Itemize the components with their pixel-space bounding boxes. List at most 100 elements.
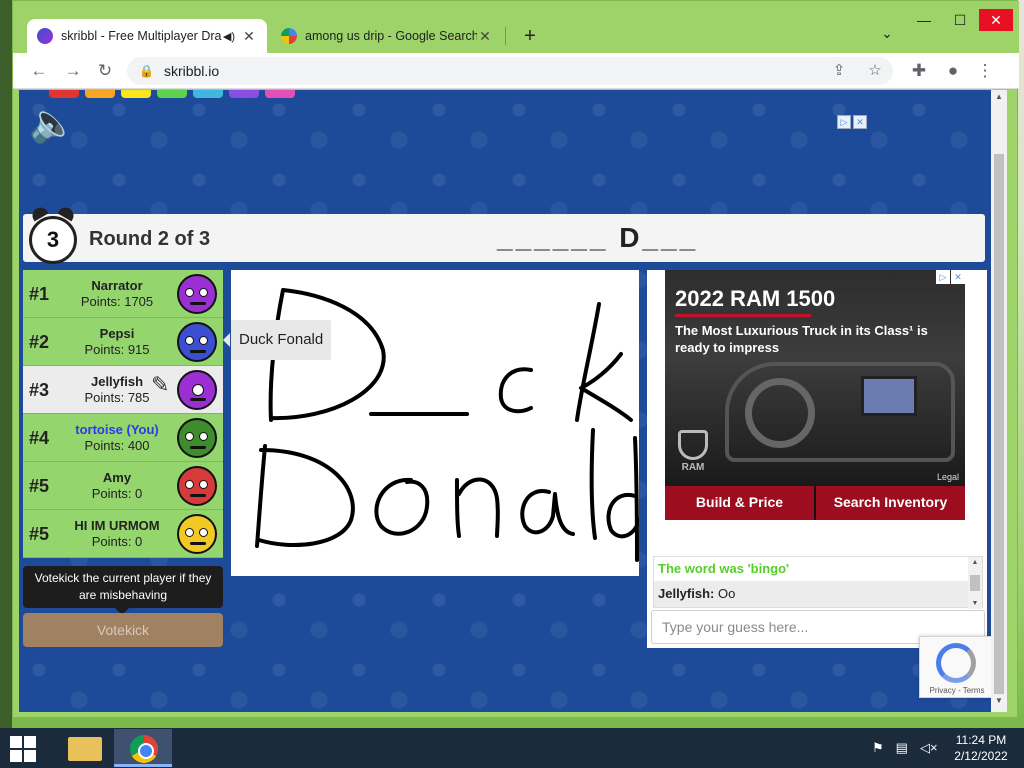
stroke-c (498, 367, 533, 414)
timer-clock-icon: 3 (23, 204, 83, 264)
player-avatar (177, 370, 217, 410)
player-name: tortoise (You) (75, 422, 159, 437)
drawing-canvas[interactable] (231, 270, 639, 576)
address-bar[interactable]: 🔒 skribbl.io ⇪ ☆ (127, 57, 893, 85)
player-points: Points: 400 (84, 438, 150, 453)
scroll-up-icon[interactable]: ▲ (991, 92, 1007, 106)
player-list: #1 Narrator Points: 1705 #2 Pepsi Points… (23, 270, 223, 615)
scroll-down-icon[interactable]: ▼ (991, 696, 1007, 710)
taskbar-date: 2/12/2022 (954, 749, 1008, 763)
new-tab-button[interactable]: + (517, 23, 543, 49)
ad-close-icon[interactable]: ✕ (951, 270, 965, 284)
player-rank: #2 (29, 332, 50, 352)
taskbar-time: 11:24 PM (955, 733, 1007, 747)
stroke-n (455, 477, 500, 538)
stroke-d (606, 436, 639, 562)
chat-scrollbar[interactable]: ▲ ▼ (968, 557, 982, 609)
player-rank: #5 (29, 476, 50, 496)
google-favicon (281, 28, 297, 44)
close-tab-icon[interactable]: ✕ (477, 28, 493, 45)
player-row-drawing[interactable]: #3 Jellyfish Points: 785 ✎ (23, 366, 223, 414)
player-name: HI IM URMOM (74, 518, 160, 533)
steering-wheel (745, 378, 815, 448)
minimize-button[interactable]: — (907, 9, 941, 31)
ad-choices-icon[interactable]: ▷ (936, 270, 950, 284)
profile-icon[interactable]: ● (941, 59, 965, 83)
menu-kebab-icon[interactable]: ⋮ (973, 59, 997, 83)
build-price-button[interactable]: Build & Price (665, 486, 814, 520)
ram-logo-icon: RAM (671, 430, 715, 474)
ad-underline (675, 314, 811, 317)
speaker-icon[interactable]: ◀) (223, 30, 235, 43)
ad-close-icon[interactable]: ✕ (853, 115, 867, 129)
tab-separator (505, 27, 506, 45)
close-tab-icon[interactable]: ✕ (241, 28, 257, 45)
extensions-icon[interactable]: ✚ (907, 59, 931, 83)
volume-muted-icon[interactable]: ◁× (920, 740, 938, 756)
recaptcha-icon (936, 643, 976, 683)
maximize-button[interactable]: ☐ (943, 9, 977, 31)
scroll-up-icon[interactable]: ▲ (968, 559, 982, 566)
flag-icon[interactable]: ⚑ (872, 740, 884, 756)
ad-choices-icon[interactable]: ▷ (837, 115, 851, 129)
search-inventory-button[interactable]: Search Inventory (816, 486, 965, 520)
guess-speech-bubble: Duck Fonald (222, 320, 332, 360)
stroke-D2 (255, 444, 355, 548)
word-hint: ______ D___ (497, 222, 699, 253)
player-row[interactable]: #5 HI IM URMOM Points: 0 (23, 510, 223, 558)
player-row-you[interactable]: #4 tortoise (You) Points: 400 (23, 414, 223, 462)
lock-icon[interactable]: 🔒 (139, 64, 154, 78)
player-name: Pepsi (99, 326, 135, 341)
stroke-o (374, 477, 430, 536)
chrome-taskbar-button[interactable] (114, 729, 172, 767)
file-explorer-taskbar-button[interactable] (56, 729, 114, 767)
player-rank: #1 (29, 284, 50, 304)
page-scrollbar[interactable]: ▲ ▼ (991, 90, 1007, 712)
player-rank: #5 (29, 524, 50, 544)
taskbar-clock[interactable]: 11:24 PM 2/12/2022 (946, 732, 1016, 764)
network-icon[interactable]: ▤ (896, 740, 908, 756)
browser-window: skribbl - Free Multiplayer Dra ◀) ✕ amon… (12, 0, 1019, 718)
player-points: Points: 915 (84, 342, 150, 357)
player-avatar (177, 322, 217, 362)
reload-icon[interactable]: ↻ (93, 59, 117, 83)
recaptcha-links[interactable]: Privacy - Terms (920, 686, 994, 695)
player-points: Points: 0 (91, 486, 143, 501)
ad-choices[interactable]: ▷ ✕ (837, 115, 867, 129)
forward-arrow-icon[interactable]: → (61, 59, 85, 83)
close-window-button[interactable]: ✕ (979, 9, 1013, 31)
sound-toggle-icon[interactable]: 🔈 (29, 102, 79, 146)
ad-legal-link[interactable]: Legal (937, 472, 959, 482)
votekick-tooltip: Votekick the current player if they are … (23, 566, 223, 615)
stroke-l (589, 428, 597, 540)
player-points: Points: 1705 (80, 294, 154, 309)
recaptcha-badge[interactable]: Privacy - Terms (919, 636, 993, 698)
scrollbar-thumb[interactable] (994, 154, 1004, 694)
tab-search-icon[interactable]: ⌄ (875, 25, 899, 49)
player-avatar (177, 418, 217, 458)
tab-title: skribbl - Free Multiplayer Dra (61, 29, 222, 43)
tab-strip: skribbl - Free Multiplayer Dra ◀) ✕ amon… (13, 1, 1019, 53)
scroll-down-icon[interactable]: ▼ (968, 600, 982, 607)
tab-google-search[interactable]: among us drip - Google Search ✕ (271, 19, 503, 53)
system-tray: ⚑ ▤ ◁× (872, 740, 938, 756)
ad-choices[interactable]: ▷ ✕ (936, 270, 965, 284)
player-row[interactable]: #5 Amy Points: 0 (23, 462, 223, 510)
player-row[interactable]: #1 Narrator Points: 1705 (23, 270, 223, 318)
bookmark-star-icon[interactable]: ☆ (863, 57, 887, 85)
player-points: Points: 0 (91, 534, 143, 549)
tab-skribbl[interactable]: skribbl - Free Multiplayer Dra ◀) ✕ (27, 19, 267, 53)
player-row[interactable]: #2 Pepsi Points: 915 (23, 318, 223, 366)
back-arrow-icon[interactable]: ← (27, 59, 51, 83)
player-avatar (177, 466, 217, 506)
timer-value: 3 (29, 216, 77, 264)
stroke-k-stem (575, 302, 601, 422)
start-button-icon[interactable] (8, 734, 38, 762)
player-rank: #3 (29, 380, 50, 400)
player-avatar (177, 274, 217, 314)
round-header: 3 Round 2 of 3 ______ D___ (23, 204, 985, 264)
ram-advertisement[interactable]: 2022 RAM 1500 The Most Luxurious Truck i… (665, 270, 965, 520)
page-viewport: 🔈 ▷ ✕ 3 Round 2 of 3 ______ D___ #1 Narra… (19, 90, 1007, 712)
share-icon[interactable]: ⇪ (827, 57, 851, 85)
votekick-button[interactable]: Votekick (23, 613, 223, 647)
